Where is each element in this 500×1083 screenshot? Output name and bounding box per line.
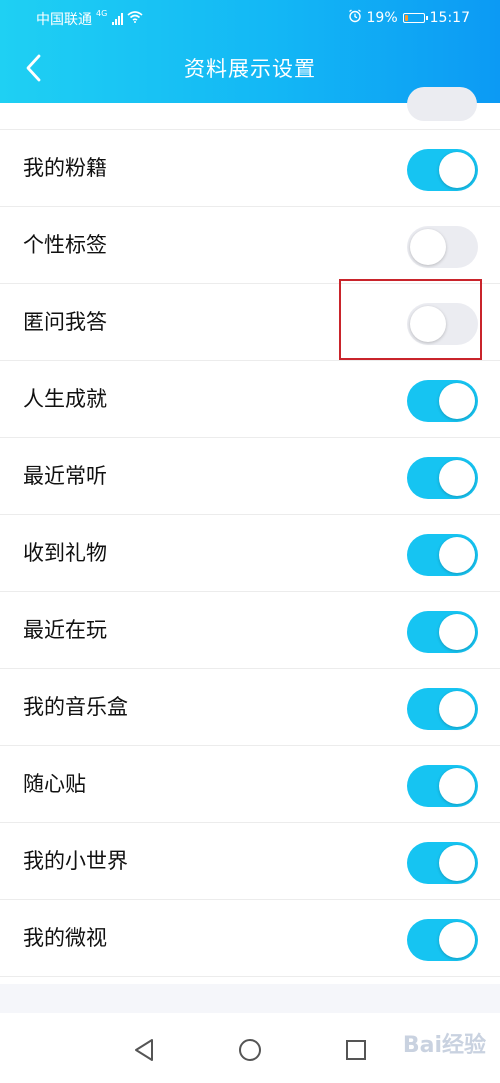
partial-list-item (0, 87, 500, 130)
settings-row: 匿问我答 (0, 284, 500, 361)
alarm-icon (348, 9, 362, 27)
battery-icon (402, 13, 428, 23)
settings-row-label: 匿问我答 (23, 310, 107, 334)
toggle-knob (439, 152, 475, 188)
settings-toggle-switch[interactable] (407, 226, 478, 268)
settings-list: 我的粉籍个性标签匿问我答人生成就最近常听收到礼物最近在玩我的音乐盒随心贴我的小世… (0, 87, 500, 977)
wifi-icon (127, 11, 143, 27)
home-circle-icon (239, 1039, 261, 1061)
settings-row: 我的微视 (0, 900, 500, 977)
settings-row-label: 随心贴 (23, 772, 86, 796)
settings-toggle-switch[interactable] (407, 611, 478, 653)
settings-row-label: 最近常听 (23, 464, 107, 488)
nav-recents-button[interactable] (343, 1037, 369, 1063)
settings-row-label: 我的小世界 (23, 849, 128, 873)
settings-row: 我的小世界 (0, 823, 500, 900)
settings-toggle-switch[interactable] (407, 688, 478, 730)
settings-toggle-switch[interactable] (407, 303, 478, 345)
settings-row: 随心贴 (0, 746, 500, 823)
settings-row: 人生成就 (0, 361, 500, 438)
toggle-knob (439, 614, 475, 650)
signal-icon (112, 13, 124, 25)
settings-row-label: 人生成就 (23, 387, 107, 411)
settings-row-label: 我的粉籍 (23, 156, 107, 180)
baidu-watermark: Bai经验 (402, 1033, 486, 1058)
toggle-knob (439, 383, 475, 419)
toggle-knob (410, 306, 446, 342)
status-bar: 中国联通 4G 19% 15:17 (0, 0, 500, 34)
carrier-name: 中国联通 (36, 12, 92, 28)
settings-row: 收到礼物 (0, 515, 500, 592)
settings-row-label: 我的音乐盒 (23, 695, 128, 719)
battery-percent: 19% (366, 10, 398, 26)
status-right: 19% 15:17 (348, 9, 470, 27)
settings-row: 最近常听 (0, 438, 500, 515)
settings-toggle-switch[interactable] (407, 534, 478, 576)
battery-level-fill (404, 15, 408, 21)
settings-toggle-switch[interactable] (407, 457, 478, 499)
back-triangle-icon (135, 1039, 153, 1061)
page-title: 资料展示设置 (184, 57, 316, 81)
toggle-knob (439, 922, 475, 958)
settings-toggle-switch[interactable] (407, 919, 478, 961)
toggle-knob (439, 460, 475, 496)
settings-row-label: 我的微视 (23, 926, 107, 950)
toggle-knob (439, 691, 475, 727)
recents-square-icon (346, 1040, 366, 1060)
status-left: 中国联通 4G (36, 9, 143, 29)
nav-back-button[interactable] (131, 1037, 157, 1063)
settings-row-label: 最近在玩 (23, 618, 107, 642)
settings-row: 我的音乐盒 (0, 669, 500, 746)
toggle-knob (439, 845, 475, 881)
settings-row-label: 收到礼物 (23, 541, 107, 565)
toggle-knob (410, 229, 446, 265)
partial-toggle[interactable] (407, 87, 477, 121)
nav-home-button[interactable] (237, 1037, 263, 1063)
settings-row: 个性标签 (0, 207, 500, 284)
network-type: 4G (96, 9, 108, 18)
settings-row: 我的粉籍 (0, 130, 500, 207)
clock-time: 15:17 (429, 10, 470, 26)
settings-row-label: 个性标签 (23, 233, 107, 257)
settings-row: 最近在玩 (0, 592, 500, 669)
toggle-knob (439, 537, 475, 573)
settings-toggle-switch[interactable] (407, 765, 478, 807)
settings-toggle-switch[interactable] (407, 149, 478, 191)
settings-toggle-switch[interactable] (407, 842, 478, 884)
list-bottom-spacer (0, 984, 500, 1013)
settings-toggle-switch[interactable] (407, 380, 478, 422)
toggle-knob (439, 768, 475, 804)
